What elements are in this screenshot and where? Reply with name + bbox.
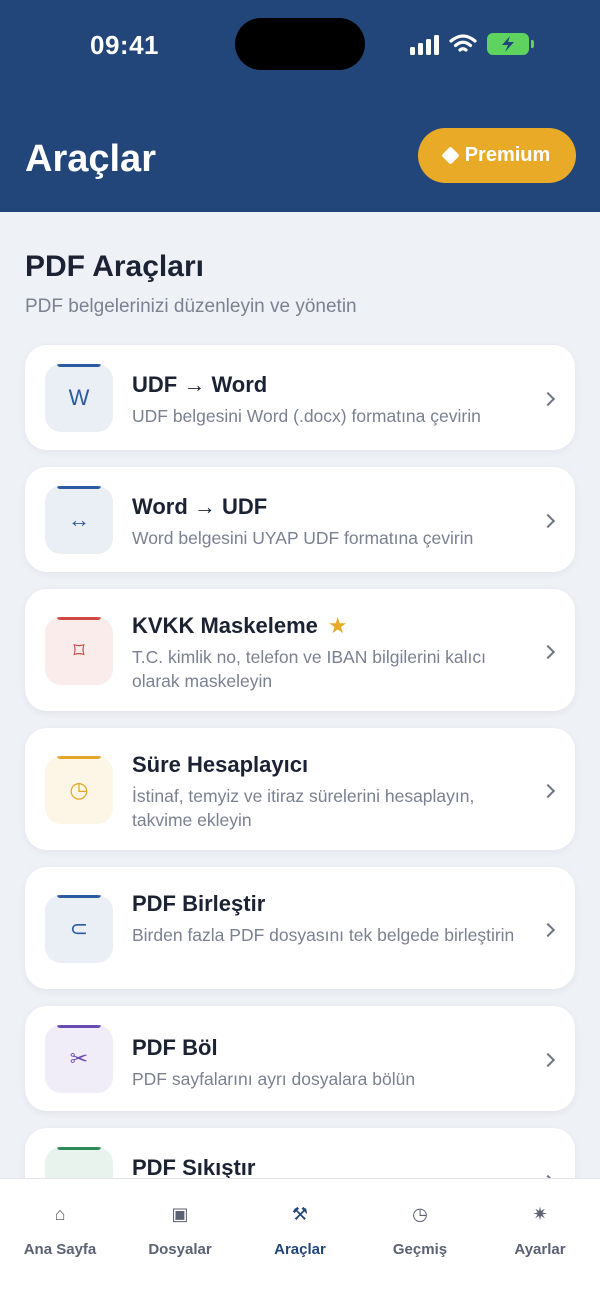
home-icon: ⌂ bbox=[54, 1204, 66, 1224]
section-subtitle: PDF belgelerinizi düzenleyin ve yönetin bbox=[25, 296, 357, 317]
star-icon: ★ bbox=[327, 613, 348, 638]
chevron-right-icon bbox=[540, 922, 556, 938]
clock-icon: ◷ bbox=[45, 756, 113, 824]
app-header: 09:41 Araçlar Premium bbox=[0, 0, 600, 212]
tool-title: Word → UDF bbox=[132, 494, 268, 519]
tool-card-pdf-split[interactable]: ✂ PDF Böl PDF sayfalarını ayrı dosyalara… bbox=[25, 1006, 575, 1111]
word-icon: W bbox=[45, 364, 113, 432]
tool-description: İstinaf, temyiz ve itiraz sürelerini hes… bbox=[132, 786, 475, 830]
tool-card-word-to-udf[interactable]: ↔ Word → UDF Word belgesini UYAP UDF for… bbox=[25, 467, 575, 572]
mask-icon: ⌑ bbox=[45, 617, 113, 685]
tool-card-duration-calculator[interactable]: ◷ Süre Hesaplayıcı İstinaf, temyiz ve it… bbox=[25, 728, 575, 850]
tool-description: PDF sayfalarını ayrı dosyalara bölün bbox=[132, 1069, 416, 1089]
tool-card-udf-to-word[interactable]: W UDF → Word UDF belgesini Word (.docx) … bbox=[25, 345, 575, 450]
chevron-right-icon bbox=[540, 644, 556, 660]
folder-icon: ▣ bbox=[171, 1204, 189, 1224]
premium-label: Premium bbox=[464, 144, 551, 166]
tab-label: Ayarlar bbox=[514, 1241, 566, 1258]
history-icon: ◷ bbox=[412, 1204, 428, 1224]
tool-card-kvkk-masking[interactable]: ⌑ KVKK Maskeleme ★ T.C. kimlik no, telef… bbox=[25, 589, 575, 711]
page-title: Araçlar bbox=[25, 138, 156, 180]
tab-home[interactable]: ⌂ Ana Sayfa bbox=[0, 1201, 120, 1258]
cellular-signal-icon bbox=[410, 33, 439, 55]
status-time: 09:41 bbox=[90, 30, 159, 60]
chevron-right-icon bbox=[540, 1052, 556, 1068]
tool-card-pdf-merge[interactable]: ⊂ PDF Birleştir Birden fazla PDF dosyası… bbox=[25, 867, 575, 989]
tool-description: Birden fazla PDF dosyasını tek belgede b… bbox=[132, 925, 515, 945]
tool-title: KVKK Maskeleme ★ bbox=[132, 613, 348, 638]
tool-title: PDF Böl bbox=[132, 1035, 218, 1060]
tab-files[interactable]: ▣ Dosyalar bbox=[120, 1201, 240, 1258]
tab-label: Dosyalar bbox=[148, 1241, 212, 1258]
tab-settings[interactable]: ✷ Ayarlar bbox=[480, 1201, 600, 1258]
tool-title: UDF → Word bbox=[132, 372, 268, 397]
tool-description: T.C. kimlik no, telefon ve IBAN bilgiler… bbox=[132, 647, 487, 691]
tab-label: Araçlar bbox=[274, 1241, 326, 1258]
scissors-icon: ✂ bbox=[45, 1025, 113, 1093]
tab-label: Ana Sayfa bbox=[23, 1241, 97, 1258]
dynamic-island bbox=[235, 18, 365, 70]
tools-icon: ⚒ bbox=[291, 1204, 309, 1224]
chevron-right-icon bbox=[540, 783, 556, 799]
tool-description: UDF belgesini Word (.docx) formatına çev… bbox=[132, 406, 481, 426]
convert-arrows-icon: ↔ bbox=[45, 486, 113, 554]
tab-tools[interactable]: ⚒ Araçlar bbox=[240, 1201, 360, 1258]
status-icons bbox=[410, 30, 534, 58]
merge-icon: ⊂ bbox=[45, 895, 113, 963]
section-title: PDF Araçları bbox=[25, 250, 204, 283]
premium-button[interactable]: Premium bbox=[418, 128, 576, 183]
tool-title: PDF Birleştir bbox=[132, 891, 266, 916]
tab-label: Geçmiş bbox=[392, 1241, 448, 1258]
tab-history[interactable]: ◷ Geçmiş bbox=[360, 1201, 480, 1258]
settings-icon: ✷ bbox=[532, 1204, 548, 1224]
tool-description: Word belgesini UYAP UDF formatına çeviri… bbox=[132, 528, 474, 548]
chevron-right-icon bbox=[540, 391, 556, 407]
tool-title: Süre Hesaplayıcı bbox=[132, 752, 309, 777]
chevron-right-icon bbox=[540, 513, 556, 529]
battery-icon bbox=[487, 33, 534, 55]
wifi-icon bbox=[449, 34, 477, 52]
diamond-icon bbox=[441, 146, 460, 165]
bottom-tab-bar: ⌂ Ana Sayfa ▣ Dosyalar ⚒ Araçlar ◷ Geçmi… bbox=[0, 1178, 600, 1303]
